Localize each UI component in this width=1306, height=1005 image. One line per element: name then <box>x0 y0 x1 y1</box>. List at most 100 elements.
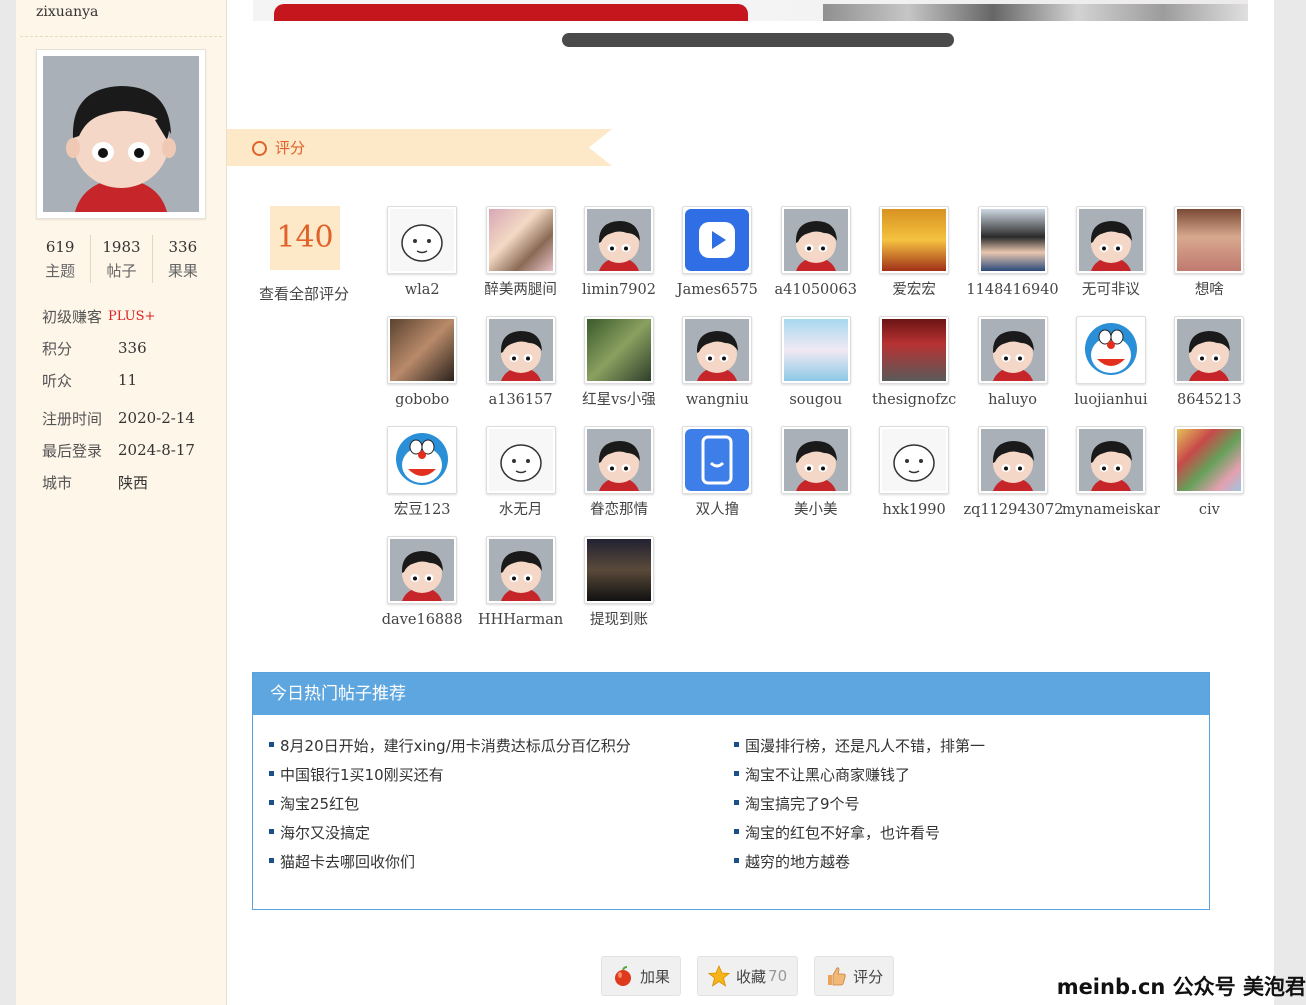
rate-button[interactable]: 评分 <box>814 956 895 996</box>
rater-avatar[interactable] <box>1075 206 1146 274</box>
rater-name[interactable]: a41050063 <box>767 280 865 300</box>
hot-post-link[interactable]: 淘宝搞完了9个号 <box>734 790 1199 819</box>
rater-item[interactable]: 爱宏宏 <box>865 205 963 315</box>
rater-name[interactable]: HHHarman <box>472 610 570 630</box>
rater-item[interactable]: sougou <box>767 315 865 425</box>
favorite-button[interactable]: 收藏 70 <box>697 956 799 996</box>
rater-name[interactable]: haluyo <box>964 390 1062 410</box>
rater-item[interactable]: 提现到账 <box>570 535 668 645</box>
rater-avatar[interactable] <box>1174 426 1245 494</box>
hot-post-link[interactable]: 海尔又没搞定 <box>269 819 734 848</box>
rater-name[interactable]: dave16888 <box>373 610 471 630</box>
post-image[interactable] <box>253 0 1248 21</box>
rater-name[interactable]: 美小美 <box>767 500 865 520</box>
rater-name[interactable]: thesignofzc <box>865 390 963 410</box>
user-avatar[interactable] <box>36 49 206 219</box>
hot-post-link[interactable]: 猫超卡去哪回收你们 <box>269 848 734 877</box>
hot-post-link[interactable]: 8月20日开始，建行xing/用卡消费达标瓜分百亿积分 <box>269 732 734 761</box>
rater-avatar[interactable] <box>485 206 556 274</box>
rater-item[interactable]: 1148416940 <box>963 205 1061 315</box>
rater-name[interactable]: sougou <box>767 390 865 410</box>
rater-avatar[interactable] <box>583 206 654 274</box>
user-level[interactable]: 初级赚客 <box>42 306 102 327</box>
rater-item[interactable]: hxk1990 <box>865 425 963 535</box>
rater-name[interactable]: hxk1990 <box>865 500 963 520</box>
rater-avatar[interactable] <box>485 316 556 384</box>
rater-name[interactable]: 双人撸 <box>668 500 766 520</box>
rater-avatar[interactable] <box>780 426 851 494</box>
hot-post-link[interactable]: 国漫排行榜，还是凡人不错，排第一 <box>734 732 1199 761</box>
rater-item[interactable]: James6575 <box>668 205 766 315</box>
rater-avatar[interactable] <box>387 426 458 494</box>
rater-item[interactable]: limin7902 <box>570 205 668 315</box>
rater-item[interactable]: 无可非议 <box>1062 205 1160 315</box>
rater-name[interactable]: wla2 <box>373 280 471 300</box>
rater-item[interactable]: 醉美两腿间 <box>471 205 569 315</box>
hot-post-link[interactable]: 越穷的地方越卷 <box>734 848 1199 877</box>
rater-avatar[interactable] <box>879 426 950 494</box>
hot-post-link[interactable]: 淘宝25红包 <box>269 790 734 819</box>
rater-avatar[interactable] <box>780 206 851 274</box>
rater-name[interactable]: 无可非议 <box>1062 280 1160 300</box>
rater-item[interactable]: luojianhui <box>1062 315 1160 425</box>
rater-item[interactable]: HHHarman <box>471 535 569 645</box>
rater-item[interactable]: 8645213 <box>1160 315 1258 425</box>
rater-avatar[interactable] <box>583 316 654 384</box>
rater-item[interactable]: 美小美 <box>767 425 865 535</box>
add-fruit-button[interactable]: 加果 <box>601 956 682 996</box>
rater-item[interactable]: thesignofzc <box>865 315 963 425</box>
rater-avatar[interactable] <box>682 426 753 494</box>
rater-item[interactable]: 眷恋那情 <box>570 425 668 535</box>
rater-avatar[interactable] <box>682 316 753 384</box>
rater-avatar[interactable] <box>1174 206 1245 274</box>
rater-name[interactable]: 红星vs小强 <box>570 390 668 410</box>
stat-fruits[interactable]: 336 果果 <box>151 235 213 283</box>
horizontal-scrollbar[interactable] <box>562 33 954 47</box>
rater-avatar[interactable] <box>583 426 654 494</box>
rater-avatar[interactable] <box>387 316 458 384</box>
rater-name[interactable]: limin7902 <box>570 280 668 300</box>
rater-avatar[interactable] <box>485 426 556 494</box>
rater-name[interactable]: 1148416940 <box>964 280 1062 300</box>
rater-item[interactable]: civ <box>1160 425 1258 535</box>
rater-avatar[interactable] <box>977 206 1048 274</box>
rater-name[interactable]: civ <box>1160 500 1258 520</box>
rater-name[interactable]: mynameiskar <box>1062 500 1160 520</box>
username[interactable]: zixuanya <box>36 4 98 20</box>
rater-avatar[interactable] <box>977 426 1048 494</box>
hot-post-link[interactable]: 淘宝的红包不好拿，也许看号 <box>734 819 1199 848</box>
rater-item[interactable]: haluyo <box>963 315 1061 425</box>
rater-avatar[interactable] <box>879 206 950 274</box>
rater-name[interactable]: 8645213 <box>1160 390 1258 410</box>
rater-name[interactable]: 水无月 <box>472 500 570 520</box>
rater-item[interactable]: mynameiskar <box>1062 425 1160 535</box>
rater-item[interactable]: a41050063 <box>767 205 865 315</box>
info-value[interactable]: 11 <box>118 371 137 389</box>
stat-threads[interactable]: 619 主题 <box>30 235 90 283</box>
rater-avatar[interactable] <box>879 316 950 384</box>
rater-name[interactable]: a136157 <box>472 390 570 410</box>
rater-avatar[interactable] <box>682 206 753 274</box>
rater-item[interactable]: gobobo <box>373 315 471 425</box>
rater-avatar[interactable] <box>387 536 458 604</box>
rater-item[interactable]: 想啥 <box>1160 205 1258 315</box>
rater-item[interactable]: wla2 <box>373 205 471 315</box>
stat-posts[interactable]: 1983 帖子 <box>90 235 151 283</box>
hot-post-link[interactable]: 中国银行1买10刚买还有 <box>269 761 734 790</box>
rater-item[interactable]: 红星vs小强 <box>570 315 668 425</box>
rater-item[interactable]: wangniu <box>668 315 766 425</box>
rater-item[interactable]: zq112943072 <box>963 425 1062 535</box>
rater-item[interactable]: 水无月 <box>471 425 569 535</box>
rater-item[interactable]: 双人撸 <box>668 425 766 535</box>
rater-name[interactable]: 想啥 <box>1160 280 1258 300</box>
rater-avatar[interactable] <box>977 316 1048 384</box>
rater-avatar[interactable] <box>1075 316 1146 384</box>
rater-name[interactable]: 提现到账 <box>570 610 668 630</box>
rater-name[interactable]: James6575 <box>668 280 766 300</box>
view-all-ratings-link[interactable]: 查看全部评分 <box>259 283 349 304</box>
hot-post-link[interactable]: 淘宝不让黑心商家赚钱了 <box>734 761 1199 790</box>
level-badge[interactable]: PLUS+ <box>108 309 155 324</box>
rater-name[interactable]: 宏豆123 <box>373 500 471 520</box>
rater-avatar[interactable] <box>1174 316 1245 384</box>
rater-avatar[interactable] <box>583 536 654 604</box>
